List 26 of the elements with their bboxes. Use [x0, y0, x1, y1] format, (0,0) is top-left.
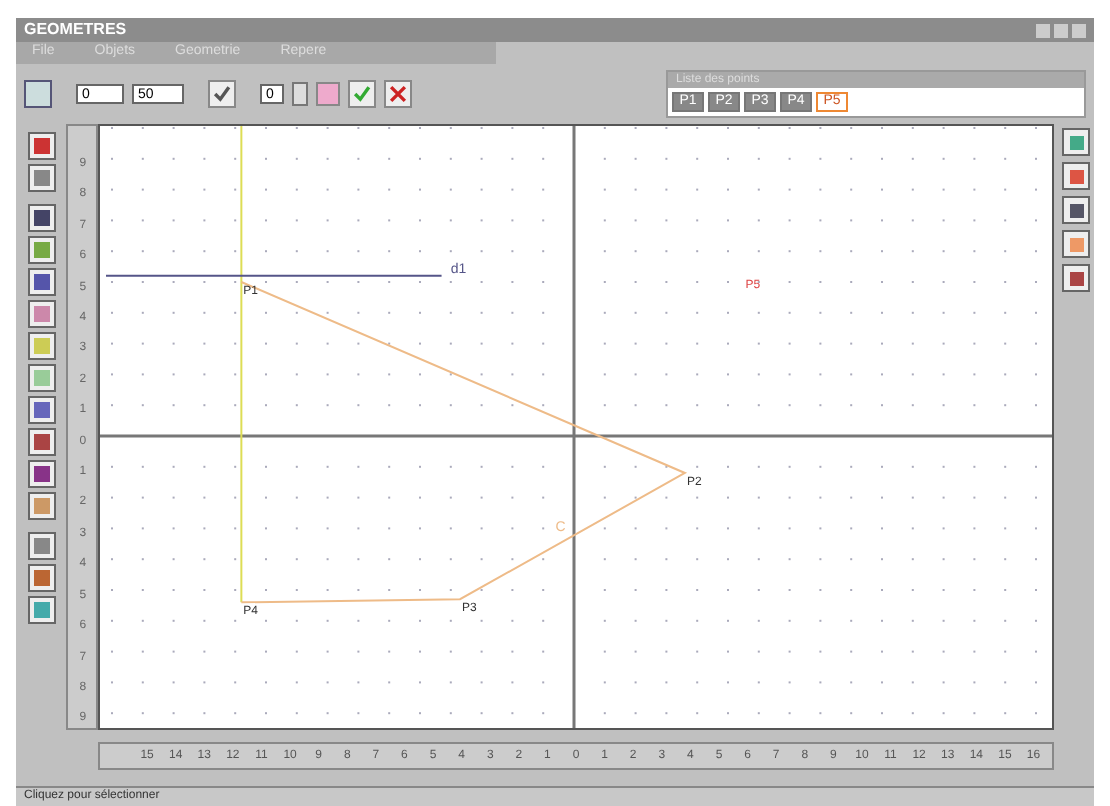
- tool-icon[interactable]: [27, 132, 56, 160]
- tool-icon[interactable]: [27, 164, 56, 192]
- close-icon[interactable]: [384, 80, 412, 108]
- tool-icon[interactable]: [27, 236, 56, 264]
- check-icon[interactable]: [348, 80, 376, 108]
- tool-icon[interactable]: [1062, 196, 1091, 224]
- window-title: GEOMETRES: [24, 18, 127, 42]
- check-icon[interactable]: [208, 80, 236, 108]
- tool-icon[interactable]: [27, 428, 56, 456]
- tool-icon[interactable]: [27, 268, 56, 296]
- tool-icon[interactable]: [27, 596, 56, 624]
- tool-icon[interactable]: [27, 364, 56, 392]
- axes-tool-icon[interactable]: [24, 80, 52, 108]
- spin-arrows-icon[interactable]: [292, 82, 308, 106]
- tool-icon[interactable]: [27, 300, 56, 328]
- tool-icon[interactable]: [1062, 162, 1091, 190]
- tool-icon[interactable]: [1062, 230, 1091, 258]
- tool-icon[interactable]: [27, 532, 56, 560]
- tool-icon[interactable]: [27, 460, 56, 488]
- tool-icon[interactable]: [27, 492, 56, 520]
- tool-icon[interactable]: [27, 564, 56, 592]
- tool-icon[interactable]: [27, 204, 56, 232]
- tool-icon[interactable]: [27, 332, 56, 360]
- tool-icon[interactable]: [1062, 264, 1091, 292]
- tool-icon[interactable]: [27, 396, 56, 424]
- tool-icon[interactable]: [1062, 128, 1091, 156]
